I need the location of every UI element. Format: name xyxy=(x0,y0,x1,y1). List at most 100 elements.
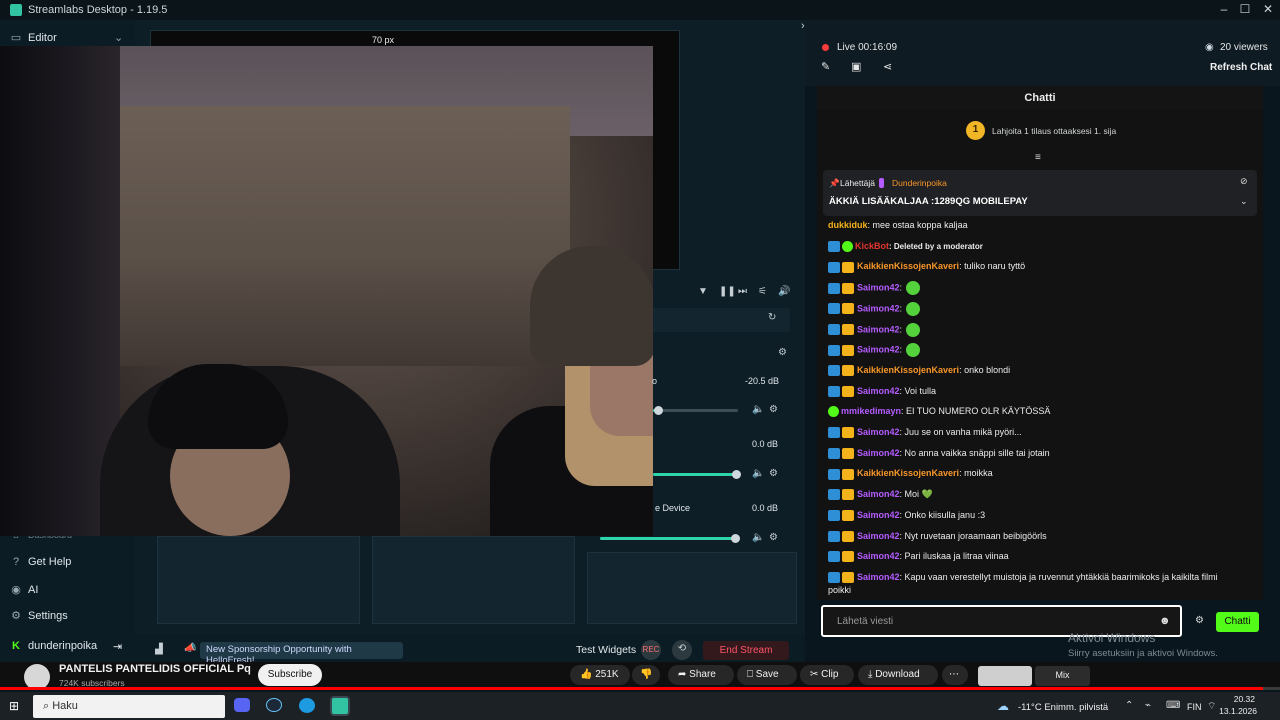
broadcaster-badge-icon xyxy=(828,261,840,273)
chat-username[interactable]: Saimon42 xyxy=(857,448,900,458)
chevron-up-icon[interactable]: ⌃ xyxy=(1125,700,1133,711)
chat-message: Saimon42: xyxy=(828,343,921,358)
download-button[interactable]: ⤓ Download xyxy=(858,665,938,685)
mix-button[interactable]: Mix xyxy=(1035,666,1090,686)
chat-username[interactable]: Saimon42 xyxy=(857,345,900,355)
frog-emote-icon xyxy=(906,343,921,358)
streamlabs-taskbar-icon[interactable] xyxy=(330,696,350,716)
discord-icon[interactable] xyxy=(234,698,250,712)
dislike-button[interactable]: 👎 xyxy=(632,665,660,685)
test-widgets-button[interactable]: Test Widgets xyxy=(576,644,636,656)
volume-icon[interactable]: 🔊 xyxy=(778,286,790,297)
more-icon[interactable]: ⋯ xyxy=(942,665,968,685)
nav-item-ai[interactable]: ◉ AI xyxy=(10,583,38,596)
chat-username[interactable]: Saimon42 xyxy=(857,282,900,292)
live-dot-icon xyxy=(822,44,829,51)
nav-item-get-help[interactable]: ? Get Help xyxy=(10,556,71,568)
broadcaster-badge-icon xyxy=(828,489,840,501)
close-icon[interactable]: ✕ xyxy=(1258,2,1278,18)
gift-leaderboard-text[interactable]: Lahjoita 1 tilaus ottaaksesi 1. sija xyxy=(992,126,1116,136)
slider-knob[interactable] xyxy=(731,534,740,543)
language-indicator[interactable]: FIN xyxy=(1187,702,1202,712)
filter-icon[interactable]: ▼ xyxy=(698,286,708,297)
chat-settings-icon[interactable]: ⚙ xyxy=(1195,615,1204,626)
share-button[interactable]: ➦ Share xyxy=(668,665,734,685)
chat-username[interactable]: Saimon42 xyxy=(857,303,900,313)
chat-username[interactable]: Saimon42 xyxy=(857,510,900,520)
chat-username[interactable]: Saimon42 xyxy=(857,531,900,541)
collapse-chevron-icon[interactable]: › xyxy=(801,20,805,32)
clock-date[interactable]: 13.1.2026 xyxy=(1209,706,1257,716)
chat-message: KaikkienKissojenKaveri: moikka xyxy=(828,467,993,480)
expand-pinned-icon[interactable]: ≡ xyxy=(1035,152,1041,163)
taskbar-search[interactable]: ⌕ Haku xyxy=(33,695,225,718)
kick-icon: K xyxy=(12,640,20,652)
subscribe-button[interactable]: Subscribe xyxy=(258,664,322,686)
slider-knob[interactable] xyxy=(654,406,663,415)
windows-start-icon[interactable]: ⊞ xyxy=(9,699,19,713)
chevron-down-icon[interactable]: ⌄ xyxy=(1240,196,1248,207)
unpin-icon[interactable]: ⊘ xyxy=(1240,176,1248,187)
volume-slider[interactable] xyxy=(653,470,741,479)
share-icon[interactable]: ⋖ xyxy=(883,60,892,73)
speaker-icon[interactable]: 🔈 xyxy=(752,468,764,479)
clip-button[interactable]: ✂ Clip xyxy=(800,665,854,685)
gear-icon[interactable]: ⚙ xyxy=(769,468,778,479)
mix-thumbnail[interactable] xyxy=(978,666,1032,686)
sponsorship-link[interactable]: New Sponsorship Opportunity with HelloFr… xyxy=(200,642,403,666)
video-progress-bar[interactable] xyxy=(0,687,1280,690)
chat-username[interactable]: Saimon42 xyxy=(857,572,900,582)
emoji-icon[interactable]: ☻ xyxy=(1159,615,1171,627)
minimize-icon[interactable]: – xyxy=(1214,2,1234,18)
keyboard-icon[interactable]: ⌨ xyxy=(1166,700,1180,711)
chat-username[interactable]: KaikkienKissojenKaveri xyxy=(857,468,959,478)
chat-username[interactable]: Saimon42 xyxy=(857,324,900,334)
editor-nav-item[interactable]: ▭ Editor ⌄ xyxy=(10,31,123,44)
like-button[interactable]: 👍 251K xyxy=(570,665,630,685)
steam-icon[interactable] xyxy=(266,698,282,712)
chat-username[interactable]: KickBot xyxy=(855,241,889,251)
skip-icon[interactable]: ⏭ xyxy=(738,286,747,297)
verified-badge-icon xyxy=(828,406,839,418)
chat-username[interactable]: dukkiduk xyxy=(828,220,868,230)
save-label: Save xyxy=(755,669,779,680)
gear-icon[interactable]: ⚙ xyxy=(769,532,778,543)
mute-all-icon[interactable]: ⚟ xyxy=(758,286,767,297)
chat-username[interactable]: Saimon42 xyxy=(857,551,900,561)
slider-knob[interactable] xyxy=(732,470,741,479)
edit-pencil-icon[interactable]: ✎ xyxy=(821,60,830,73)
chat-username[interactable]: KaikkienKissojenKaveri xyxy=(857,365,959,375)
save-button[interactable]: ⎕ Save xyxy=(737,665,797,685)
volume-slider[interactable] xyxy=(653,406,738,415)
chat-username[interactable]: Saimon42 xyxy=(857,427,900,437)
user-nav-item[interactable]: Kdunderinpoika ⇥ xyxy=(10,640,122,653)
chat-username[interactable]: Saimon42 xyxy=(857,386,900,396)
maximize-icon[interactable]: ☐ xyxy=(1235,2,1255,18)
weather-text[interactable]: -11°C Enimm. pilvistä xyxy=(1018,702,1108,713)
mixer-settings-icon[interactable]: ⚙ xyxy=(778,347,787,358)
edge-icon[interactable] xyxy=(299,698,315,713)
logout-icon[interactable]: ⇥ xyxy=(113,640,122,653)
speaker-icon[interactable]: 🔈 xyxy=(752,532,764,543)
stats-icon[interactable]: ▟ xyxy=(155,644,163,655)
chat-username[interactable]: KaikkienKissojenKaveri xyxy=(857,261,959,271)
chat-username[interactable]: mmikedimayn xyxy=(841,406,901,416)
speaker-icon[interactable]: 🔈 xyxy=(752,404,764,415)
replay-icon[interactable]: ⟲ xyxy=(672,640,692,660)
crown-badge-icon xyxy=(842,530,854,542)
chat-message: KaikkienKissojenKaveri: tuliko naru tytt… xyxy=(828,260,1025,273)
nav-item-settings[interactable]: ⚙ Settings xyxy=(10,609,68,622)
gear-icon[interactable]: ⚙ xyxy=(769,404,778,415)
refresh-chat-button[interactable]: Refresh Chat xyxy=(1210,62,1272,73)
chat-send-button[interactable]: Chatti xyxy=(1216,612,1259,632)
channel-name[interactable]: PANTELIS PANTELIDIS OFFICIAL Pq xyxy=(59,663,251,675)
popout-icon[interactable]: ▣ xyxy=(851,60,861,73)
refresh-icon[interactable]: ↻ xyxy=(768,312,776,323)
usb-icon[interactable]: ⌁ xyxy=(1145,700,1151,711)
pause-icon[interactable]: ❚❚ xyxy=(719,286,736,297)
clock-time[interactable]: 20.32 xyxy=(1215,694,1255,704)
rec-button[interactable]: REC xyxy=(641,640,661,660)
chat-username[interactable]: Saimon42 xyxy=(857,489,900,499)
end-stream-button[interactable]: End Stream xyxy=(703,641,789,660)
volume-slider[interactable] xyxy=(600,534,740,543)
